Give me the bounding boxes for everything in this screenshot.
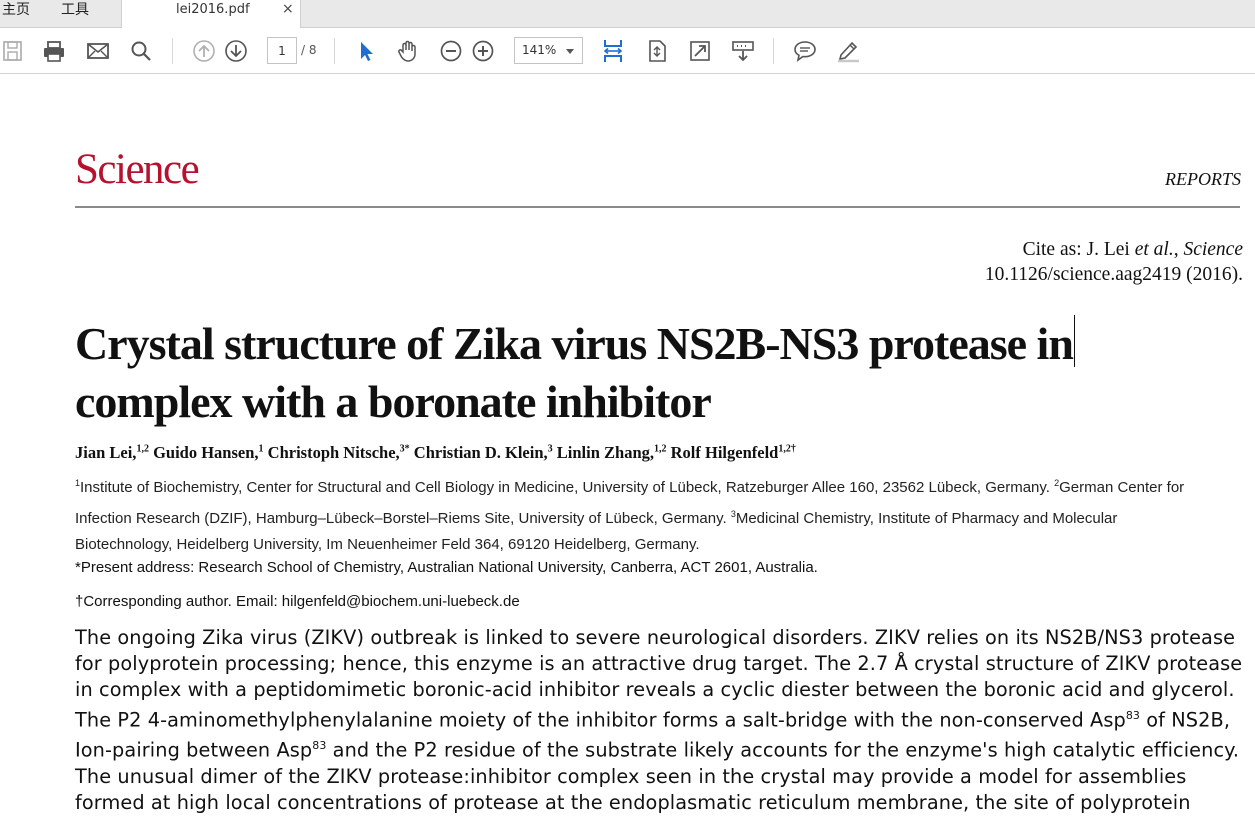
title-line-1: Crystal structure of Zika virus NS2B-NS3… (75, 315, 1245, 373)
toolbar (0, 28, 1255, 74)
author: Rolf Hilgenfeld (666, 443, 779, 462)
pdf-page: Science REPORTS Cite as: J. Lei et al., … (0, 75, 1255, 820)
hand-icon[interactable] (395, 38, 421, 64)
author: Guido Hansen, (148, 443, 259, 462)
author: Christoph Nitsche, (263, 443, 400, 462)
title-line-2: complex with a boronate inhibitor (75, 376, 712, 427)
tab-tools[interactable]: 工具 (61, 0, 89, 24)
zoom-value: 141% (522, 43, 557, 57)
header-rule (75, 206, 1240, 208)
citation-journal: Science (1183, 239, 1243, 260)
citation-doi: 10.1126/science.aag2419 (2016). (984, 264, 1243, 285)
title-line-1-text: Crystal structure of Zika virus NS2B-NS3… (75, 318, 1074, 369)
page-total: / 8 (301, 43, 317, 57)
author-affiliation: 3* (399, 443, 410, 455)
abstract: The ongoing Zika virus (ZIKV) outbreak i… (75, 625, 1243, 820)
affiliations: 1Institute of Biochemistry, Center for S… (75, 470, 1215, 558)
author: Linlin Zhang, (552, 443, 655, 462)
journal-logo: Science (75, 146, 200, 193)
text-caret (1073, 315, 1075, 367)
abstract-text: The ongoing Zika virus (ZIKV) outbreak i… (75, 626, 1243, 732)
author-affiliation: 1,2 (654, 443, 667, 455)
corresponding-author: †Corresponding author. Email: hilgenfeld… (75, 593, 520, 610)
citation-separator: , (1173, 239, 1184, 260)
abstract-superscript: 83 (1125, 709, 1141, 722)
previous-page-icon[interactable] (191, 38, 217, 64)
comment-icon[interactable] (792, 38, 818, 64)
citation-line-1: Cite as: J. Lei et al., Science (985, 237, 1243, 262)
highlight-pen-icon[interactable] (835, 38, 861, 64)
toolbar-separator (773, 38, 774, 64)
close-icon[interactable]: × (282, 1, 294, 17)
zoom-out-icon[interactable] (438, 38, 464, 64)
author-affiliation: 1,2† (778, 443, 796, 455)
tab-home[interactable]: 主页 (2, 0, 30, 24)
tab-bar: 主页 工具 lei2016.pdf × (0, 0, 1255, 28)
fit-page-icon[interactable] (644, 38, 670, 64)
next-page-icon[interactable] (223, 38, 249, 64)
search-icon[interactable] (128, 38, 154, 64)
abstract-superscript: 83 (312, 739, 327, 753)
toolbar-separator (334, 38, 335, 64)
page-number-input[interactable] (267, 37, 297, 64)
zoom-select[interactable]: 141% (514, 37, 583, 64)
section-label: REPORTS (1165, 169, 1241, 189)
author-affiliation: 1,2 (136, 443, 149, 455)
citation: Cite as: J. Lei et al., Science 10.1126/… (985, 237, 1243, 287)
affiliation-text: Institute of Biochemistry, Center for St… (80, 479, 1055, 496)
select-cursor-icon[interactable] (353, 38, 379, 64)
toolbar-separator (172, 38, 173, 64)
tab-document-label: lei2016.pdf (176, 2, 250, 17)
save-icon[interactable] (0, 38, 26, 64)
citation-etal: et al. (1134, 239, 1174, 260)
author-list: Jian Lei,1,2 Guido Hansen,1 Christoph Ni… (75, 443, 1245, 463)
scroll-mode-icon[interactable] (730, 38, 756, 64)
article-title: Crystal structure of Zika virus NS2B-NS3… (75, 315, 1245, 431)
present-address: *Present address: Research School of Che… (75, 559, 818, 576)
author: Christian D. Klein, (409, 443, 548, 462)
chevron-down-icon (566, 49, 574, 54)
mail-icon[interactable] (85, 38, 111, 64)
print-icon[interactable] (41, 38, 67, 64)
author: Jian Lei, (75, 443, 137, 462)
tab-document[interactable]: lei2016.pdf × (121, 0, 301, 28)
full-screen-icon[interactable] (687, 38, 713, 64)
fit-width-icon[interactable] (600, 38, 626, 64)
zoom-in-icon[interactable] (470, 38, 496, 64)
citation-prefix: Cite as: J. Lei (1022, 239, 1135, 260)
